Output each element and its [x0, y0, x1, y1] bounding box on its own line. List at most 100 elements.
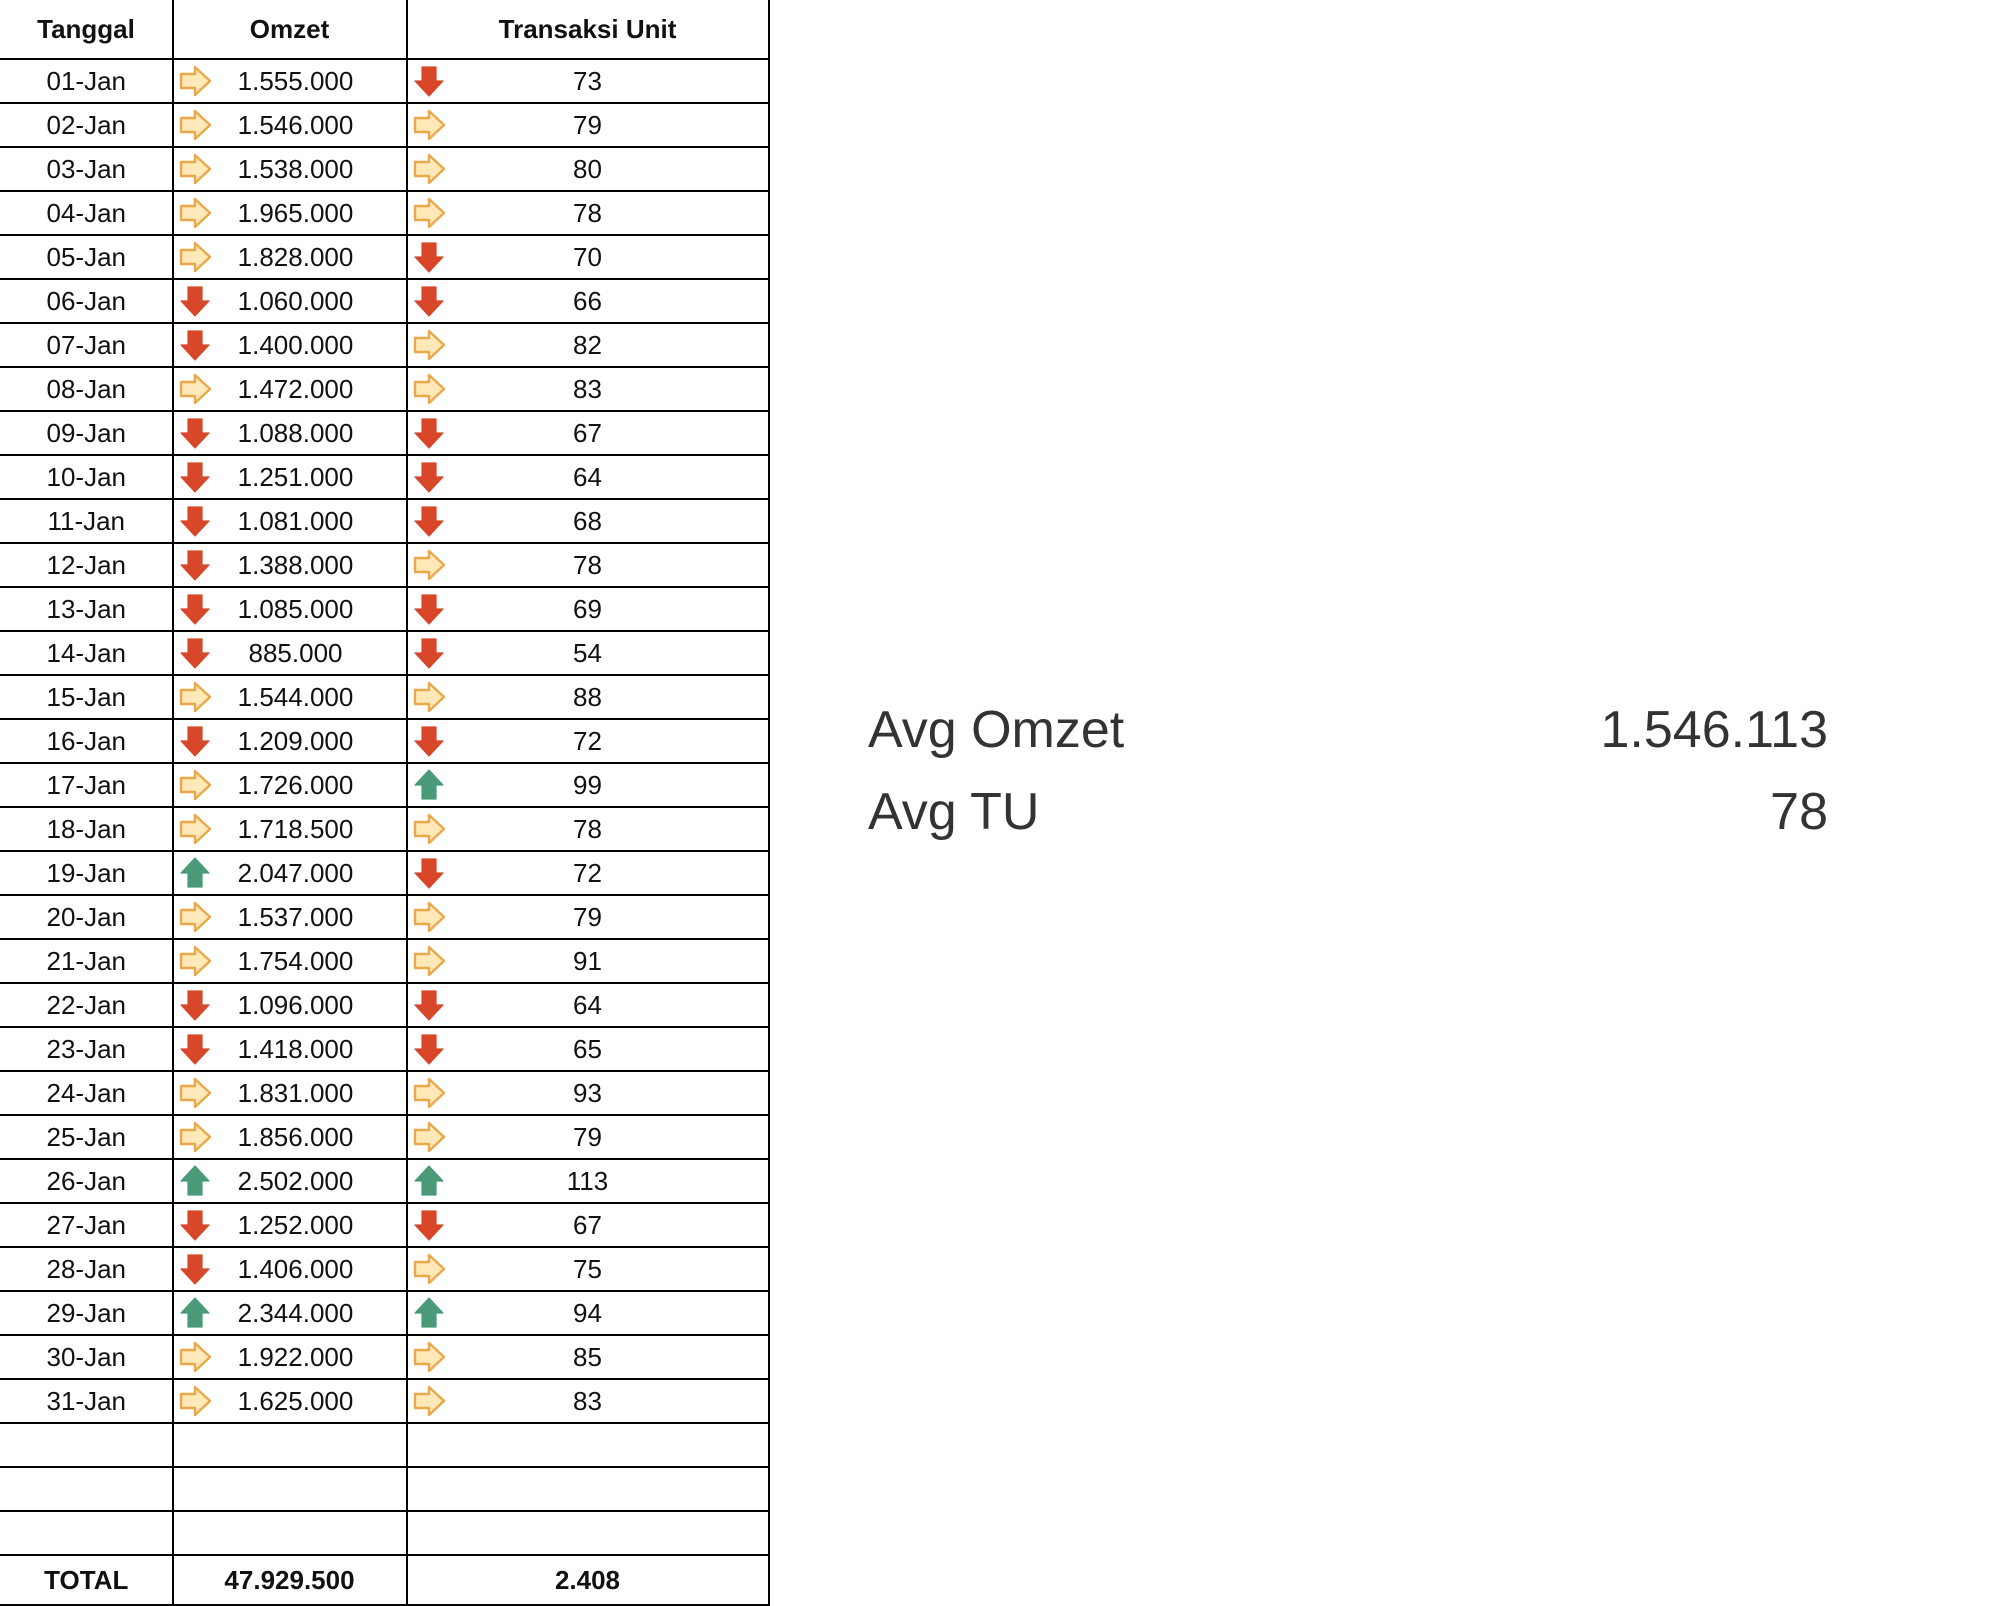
arrow-right-icon: [179, 109, 211, 141]
table-row: 12-Jan 1.388.000 78: [0, 543, 770, 588]
tu-value: 64: [573, 462, 602, 492]
tu-cell: 79: [406, 103, 770, 148]
table-row: 23-Jan 1.418.000 65: [0, 1027, 770, 1072]
arrow-down-icon: [413, 418, 444, 449]
date-cell: 12-Jan: [0, 543, 174, 588]
column-header-tu: Transaksi Unit: [406, 0, 770, 60]
tu-cell: 72: [406, 851, 770, 896]
date-cell: 17-Jan: [0, 763, 174, 808]
arrow-right-icon: [413, 1253, 445, 1285]
tu-cell: 64: [406, 455, 770, 500]
table-row: 16-Jan 1.209.000 72: [0, 719, 770, 764]
arrow-right-icon: [413, 153, 445, 185]
arrow-down-icon: [179, 990, 210, 1021]
omzet-cell: 1.726.000: [172, 763, 408, 808]
summary-panel: Avg Omzet 1.546.113 Avg TU 78: [868, 700, 1828, 864]
omzet-cell: 1.418.000: [172, 1027, 408, 1072]
tu-cell: 72: [406, 719, 770, 764]
date-cell: 21-Jan: [0, 939, 174, 984]
date-cell: 08-Jan: [0, 367, 174, 412]
total-row: TOTAL 47.929.500 2.408: [0, 1555, 770, 1606]
tu-value: 79: [573, 1122, 602, 1152]
omzet-cell: 1.400.000: [172, 323, 408, 368]
omzet-cell: 1.856.000: [172, 1115, 408, 1160]
tu-cell: 113: [406, 1159, 770, 1204]
omzet-cell: 1.546.000: [172, 103, 408, 148]
arrow-right-icon: [179, 813, 211, 845]
empty-row: [0, 1423, 770, 1468]
table-row: 21-Jan 1.754.000 91: [0, 939, 770, 984]
arrow-down-icon: [413, 594, 444, 625]
table-row: 04-Jan 1.965.000 78: [0, 191, 770, 236]
omzet-cell: 1.555.000: [172, 59, 408, 104]
arrow-down-icon: [413, 726, 444, 757]
omzet-cell: 885.000: [172, 631, 408, 676]
tu-cell: 79: [406, 1115, 770, 1160]
arrow-down-icon: [179, 286, 210, 317]
arrow-right-icon: [179, 153, 211, 185]
arrow-down-icon: [413, 1210, 444, 1241]
omzet-cell: 1.537.000: [172, 895, 408, 940]
arrow-up-icon: [413, 1165, 444, 1196]
table-row: 08-Jan 1.472.000 83: [0, 367, 770, 412]
omzet-cell: 1.252.000: [172, 1203, 408, 1248]
arrow-right-icon: [179, 1077, 211, 1109]
tu-cell: 91: [406, 939, 770, 984]
tu-value: 113: [566, 1166, 609, 1196]
empty-cell: [172, 1423, 408, 1468]
omzet-cell: 1.060.000: [172, 279, 408, 324]
tu-value: 83: [573, 374, 602, 404]
avg-tu-label: Avg TU: [868, 783, 1040, 841]
table-row: 22-Jan 1.096.000 64: [0, 983, 770, 1028]
tu-value: 83: [573, 1386, 602, 1416]
tu-value: 85: [573, 1342, 602, 1372]
arrow-down-icon: [179, 638, 210, 669]
arrow-down-icon: [413, 462, 444, 493]
date-cell: 28-Jan: [0, 1247, 174, 1292]
arrow-right-icon: [179, 1341, 211, 1373]
header-row: Tanggal Omzet Transaksi Unit: [0, 0, 770, 60]
table-row: 18-Jan 1.718.500 78: [0, 807, 770, 852]
tu-value: 75: [573, 1254, 602, 1284]
date-cell: 09-Jan: [0, 411, 174, 456]
date-cell: 04-Jan: [0, 191, 174, 236]
arrow-down-icon: [413, 1034, 444, 1065]
date-cell: 05-Jan: [0, 235, 174, 280]
date-cell: 06-Jan: [0, 279, 174, 324]
tu-value: 68: [573, 506, 602, 536]
date-cell: 27-Jan: [0, 1203, 174, 1248]
arrow-down-icon: [413, 638, 444, 669]
empty-row: [0, 1511, 770, 1556]
table-row: 27-Jan 1.252.000 67: [0, 1203, 770, 1248]
omzet-cell: 1.251.000: [172, 455, 408, 500]
date-cell: 31-Jan: [0, 1379, 174, 1424]
tu-cell: 67: [406, 411, 770, 456]
total-tu: 2.408: [406, 1555, 770, 1606]
arrow-up-icon: [179, 1165, 210, 1196]
tu-value: 54: [573, 638, 602, 668]
date-cell: 29-Jan: [0, 1291, 174, 1336]
omzet-cell: 2.344.000: [172, 1291, 408, 1336]
arrow-down-icon: [179, 550, 210, 581]
tu-cell: 70: [406, 235, 770, 280]
date-cell: 25-Jan: [0, 1115, 174, 1160]
arrow-right-icon: [179, 901, 211, 933]
arrow-down-icon: [179, 1034, 210, 1065]
omzet-cell: 1.544.000: [172, 675, 408, 720]
date-cell: 07-Jan: [0, 323, 174, 368]
table-body: 01-Jan 1.555.000 73 02-Jan 1.546.000 79 03-Jan…: [0, 59, 770, 1556]
tu-cell: 80: [406, 147, 770, 192]
table-row: 26-Jan 2.502.000 113: [0, 1159, 770, 1204]
tu-cell: 82: [406, 323, 770, 368]
tu-value: 93: [573, 1078, 602, 1108]
omzet-cell: 1.209.000: [172, 719, 408, 764]
summary-row-avg-omzet: Avg Omzet 1.546.113: [868, 700, 1828, 782]
date-cell: 01-Jan: [0, 59, 174, 104]
date-cell: 18-Jan: [0, 807, 174, 852]
omzet-cell: 1.085.000: [172, 587, 408, 632]
table-row: 02-Jan 1.546.000 79: [0, 103, 770, 148]
omzet-cell: 1.096.000: [172, 983, 408, 1028]
column-header-omzet: Omzet: [172, 0, 408, 60]
data-table-container: Tanggal Omzet Transaksi Unit 01-Jan 1.555…: [0, 0, 770, 1606]
tu-cell: 78: [406, 191, 770, 236]
